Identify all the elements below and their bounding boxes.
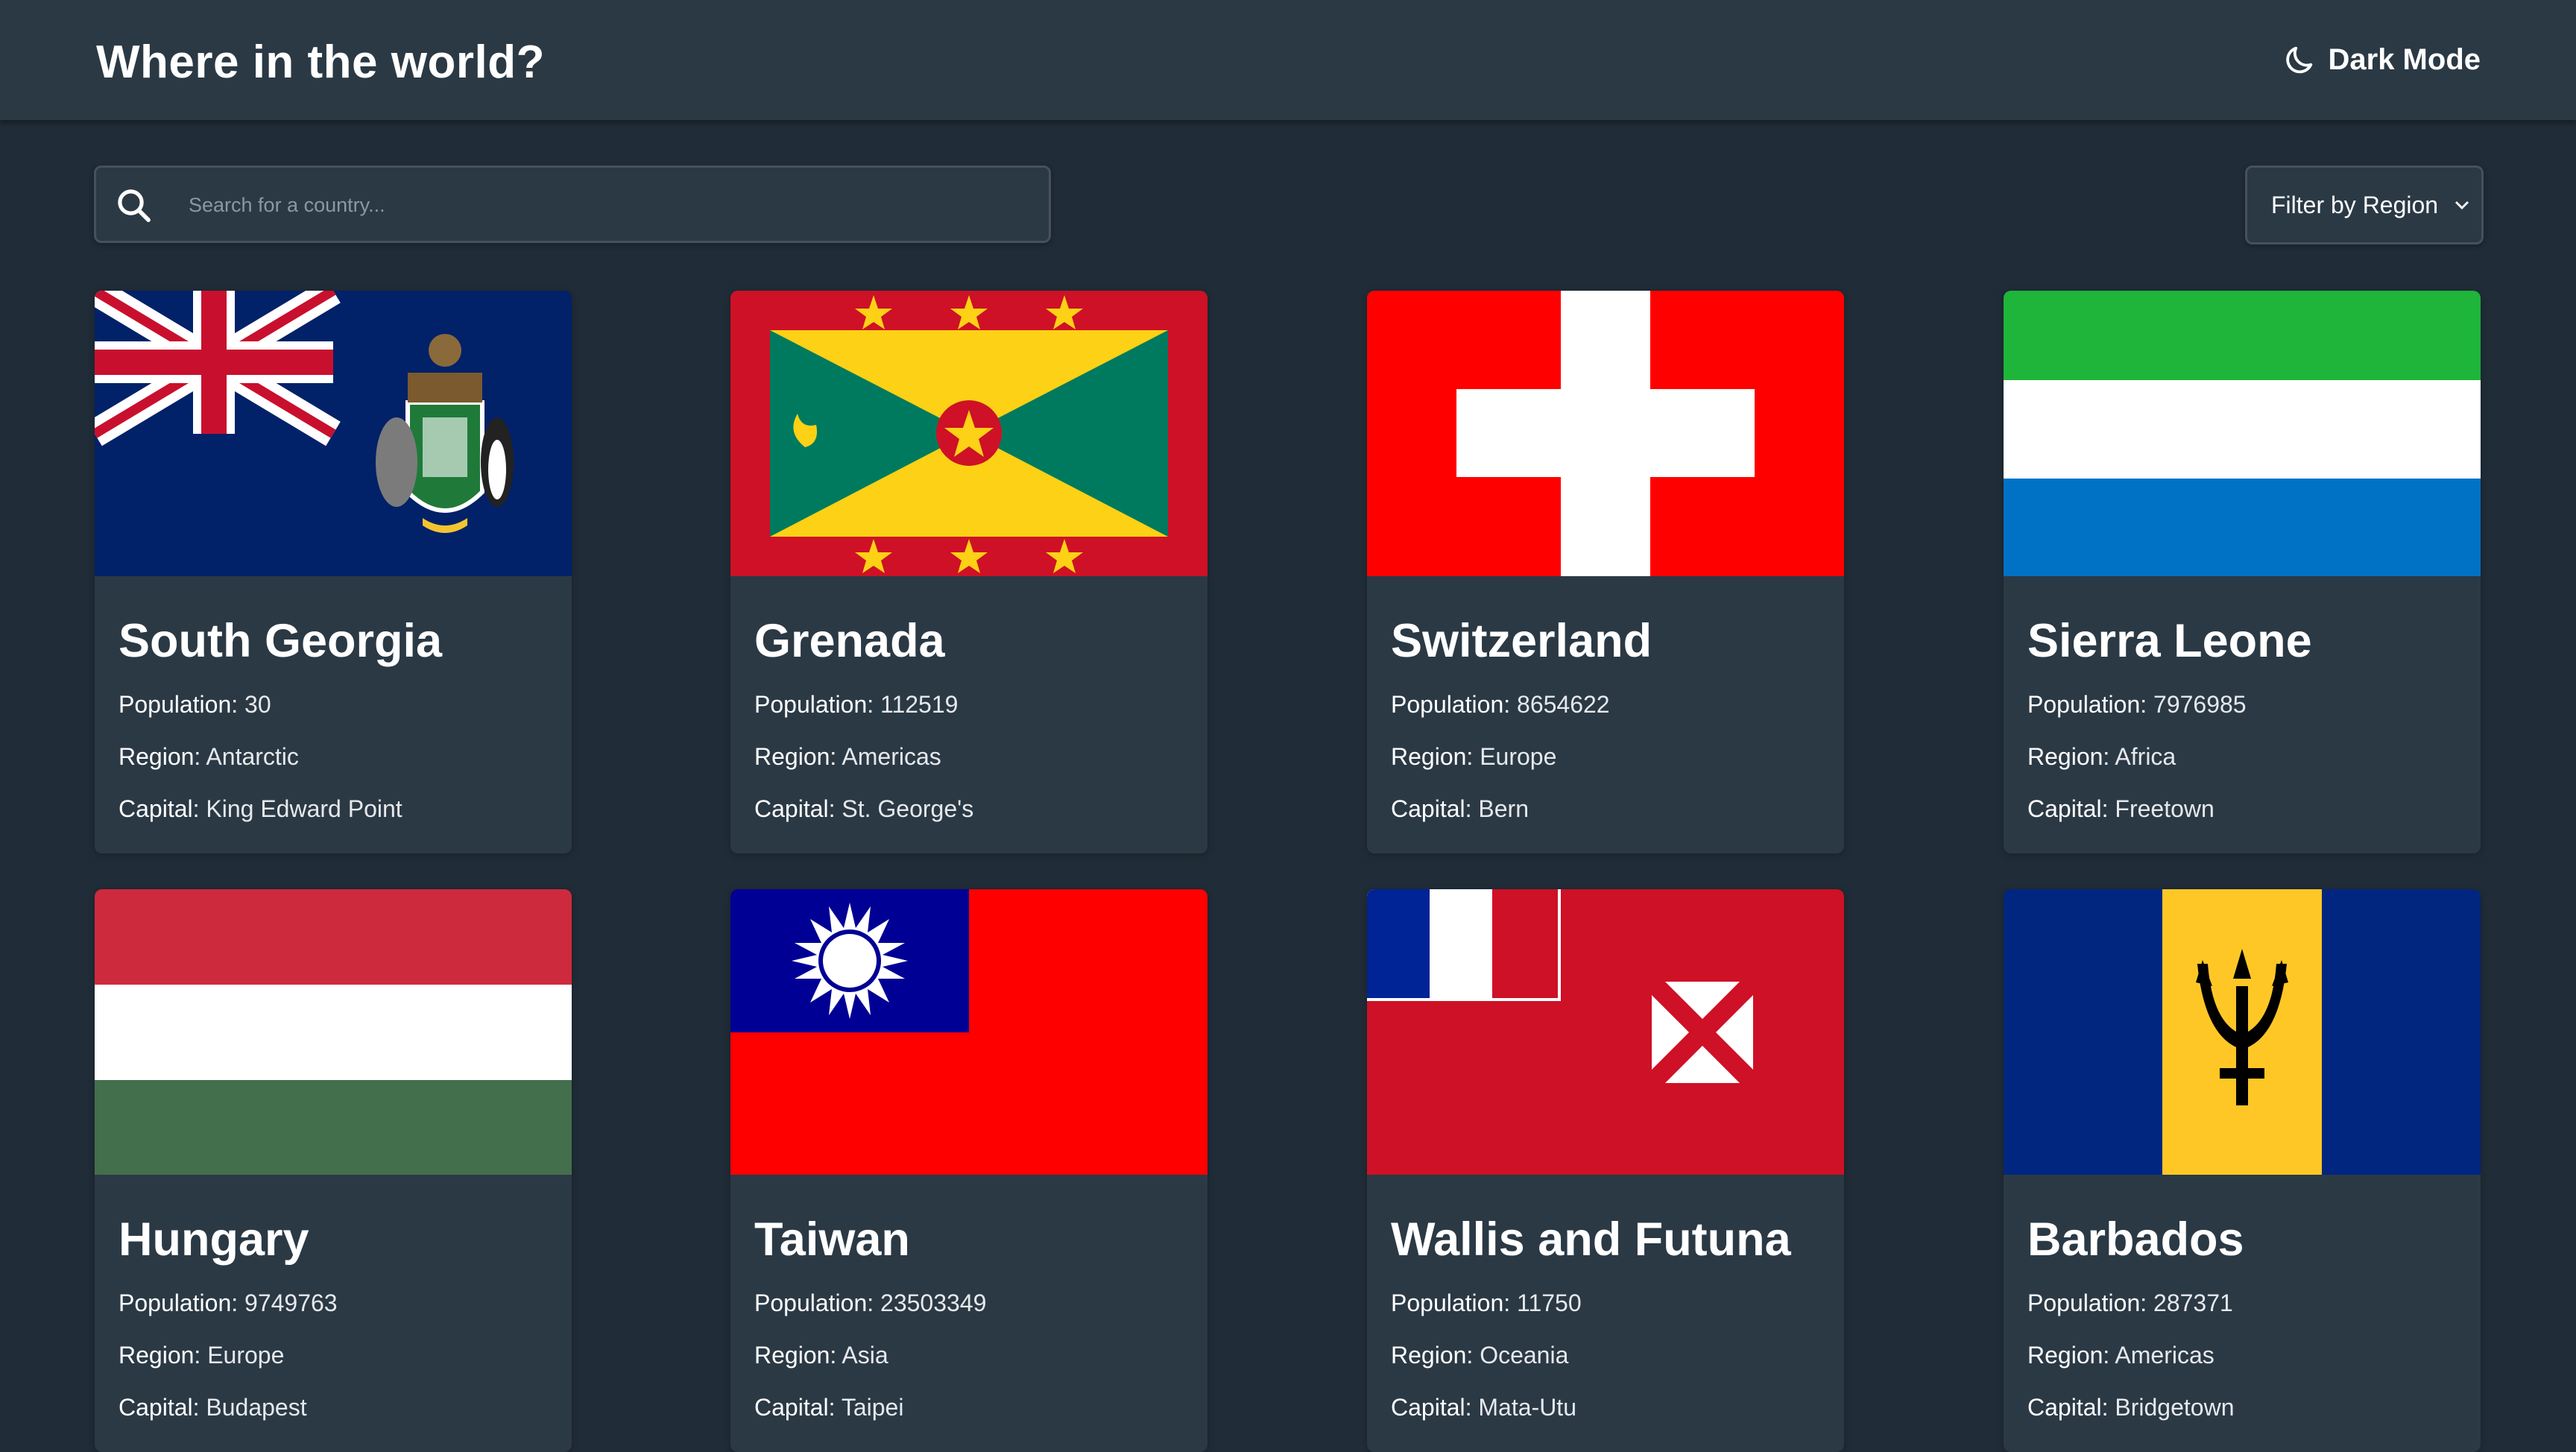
search-icon <box>118 189 151 222</box>
region-row: Region: Oceania <box>1391 1342 1569 1369</box>
switzerland-flag <box>1367 291 1844 576</box>
country-name: Barbados <box>2027 1213 2244 1266</box>
region-filter-label: Filter by Region <box>2271 191 2439 218</box>
country-name: Taiwan <box>754 1213 910 1266</box>
region-row: Region: Europe <box>1391 743 1557 770</box>
population-row: Population: 8654622 <box>1391 691 1610 718</box>
country-card[interactable]: Wallis and Futuna Population: 11750 Regi… <box>1367 889 1844 1452</box>
region-row: Region: Americas <box>2027 1342 2214 1369</box>
app-title: Where in the world? <box>96 37 545 88</box>
capital-row: Capital: King Edward Point <box>119 795 402 822</box>
country-card[interactable]: Barbados Population: 287371 Region: Amer… <box>2004 889 2481 1452</box>
taiwan-flag <box>730 889 1208 1175</box>
capital-row: Capital: Mata-Utu <box>1391 1394 1576 1421</box>
barbados-flag <box>2004 889 2481 1175</box>
region-row: Region: Americas <box>754 743 941 770</box>
region-row: Region: Europe <box>119 1342 285 1369</box>
search-input[interactable] <box>187 183 1025 227</box>
country-name: Wallis and Futuna <box>1391 1213 1791 1266</box>
region-row: Region: Africa <box>2027 743 2176 770</box>
country-card[interactable]: South Georgia Population: 30 Region: Ant… <box>95 291 572 853</box>
population-row: Population: 112519 <box>754 691 959 718</box>
country-name: Grenada <box>754 615 945 667</box>
population-row: Population: 11750 <box>1391 1290 1582 1316</box>
wallis-futuna-flag <box>1367 889 1844 1175</box>
country-card[interactable]: Sierra Leone Population: 7976985 Region:… <box>2004 291 2481 853</box>
search-box <box>94 165 1051 243</box>
capital-row: Capital: Freetown <box>2027 795 2214 822</box>
region-row: Region: Antarctic <box>119 743 299 770</box>
population-row: Population: 30 <box>119 691 271 718</box>
capital-row: Capital: Bridgetown <box>2027 1394 2235 1421</box>
dark-mode-label: Dark Mode <box>2328 42 2481 76</box>
capital-row: Capital: St. George's <box>754 795 974 822</box>
country-name: Hungary <box>119 1213 309 1266</box>
country-name: Sierra Leone <box>2027 615 2312 667</box>
region-row: Region: Asia <box>754 1342 888 1369</box>
country-card[interactable]: Taiwan Population: 23503349 Region: Asia… <box>730 889 1208 1452</box>
capital-row: Capital: Bern <box>1391 795 1529 822</box>
capital-row: Capital: Taipei <box>754 1394 904 1421</box>
country-card[interactable]: Switzerland Population: 8654622 Region: … <box>1367 291 1844 853</box>
country-card[interactable]: Grenada Population: 112519 Region: Ameri… <box>730 291 1208 853</box>
capital-row: Capital: Budapest <box>119 1394 307 1421</box>
population-row: Population: 9749763 <box>119 1290 338 1316</box>
chevron-down-icon <box>2455 201 2469 209</box>
country-name: South Georgia <box>119 615 443 667</box>
country-card[interactable]: Hungary Population: 9749763 Region: Euro… <box>95 889 572 1452</box>
sierra-leone-flag <box>2004 291 2481 576</box>
population-row: Population: 7976985 <box>2027 691 2247 718</box>
app-header: Where in the world? Dark Mode <box>0 0 2576 120</box>
population-row: Population: 287371 <box>2027 1290 2233 1316</box>
population-row: Population: 23503349 <box>754 1290 987 1316</box>
moon-icon <box>2285 46 2312 74</box>
grenada-flag <box>730 291 1208 576</box>
country-name: Switzerland <box>1391 615 1652 667</box>
region-filter-select[interactable]: Filter by Region <box>2245 165 2484 244</box>
south-georgia-flag <box>95 291 572 576</box>
dark-mode-toggle[interactable]: Dark Mode <box>2282 39 2481 81</box>
hungary-flag <box>95 889 572 1175</box>
